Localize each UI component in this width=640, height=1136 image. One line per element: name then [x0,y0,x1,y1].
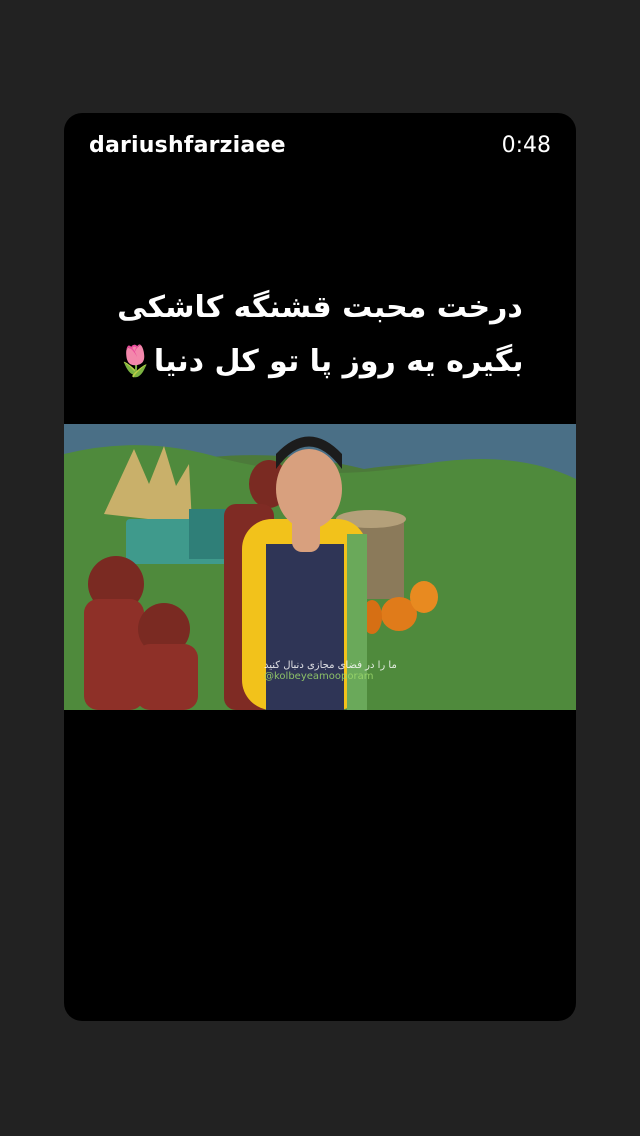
story-caption: درخت محبت قشنگه کاشکی بگیره یه روز پا تو… [84,281,556,389]
video-watermark: ما را در فضای مجازی دنبال کنید @kolbeyea… [264,660,397,682]
story-username[interactable]: dariushfarziaee [89,133,286,158]
video-frame[interactable]: ما را در فضای مجازی دنبال کنید @kolbeyea… [64,424,576,710]
story-header: dariushfarziaee 0:48 [64,113,576,183]
story-duration: 0:48 [501,133,551,158]
watermark-handle: @kolbeyeamooporam [264,671,374,682]
watermark-text: ما را در فضای مجازی دنبال کنید [264,660,397,671]
caption-line-2: بگیره یه روز پا تو کل دنیا🌷 [116,344,524,379]
story-card[interactable]: dariushfarziaee 0:48 درخت محبت قشنگه کاش… [64,113,576,1021]
caption-line-1: درخت محبت قشنگه کاشکی [117,290,523,325]
